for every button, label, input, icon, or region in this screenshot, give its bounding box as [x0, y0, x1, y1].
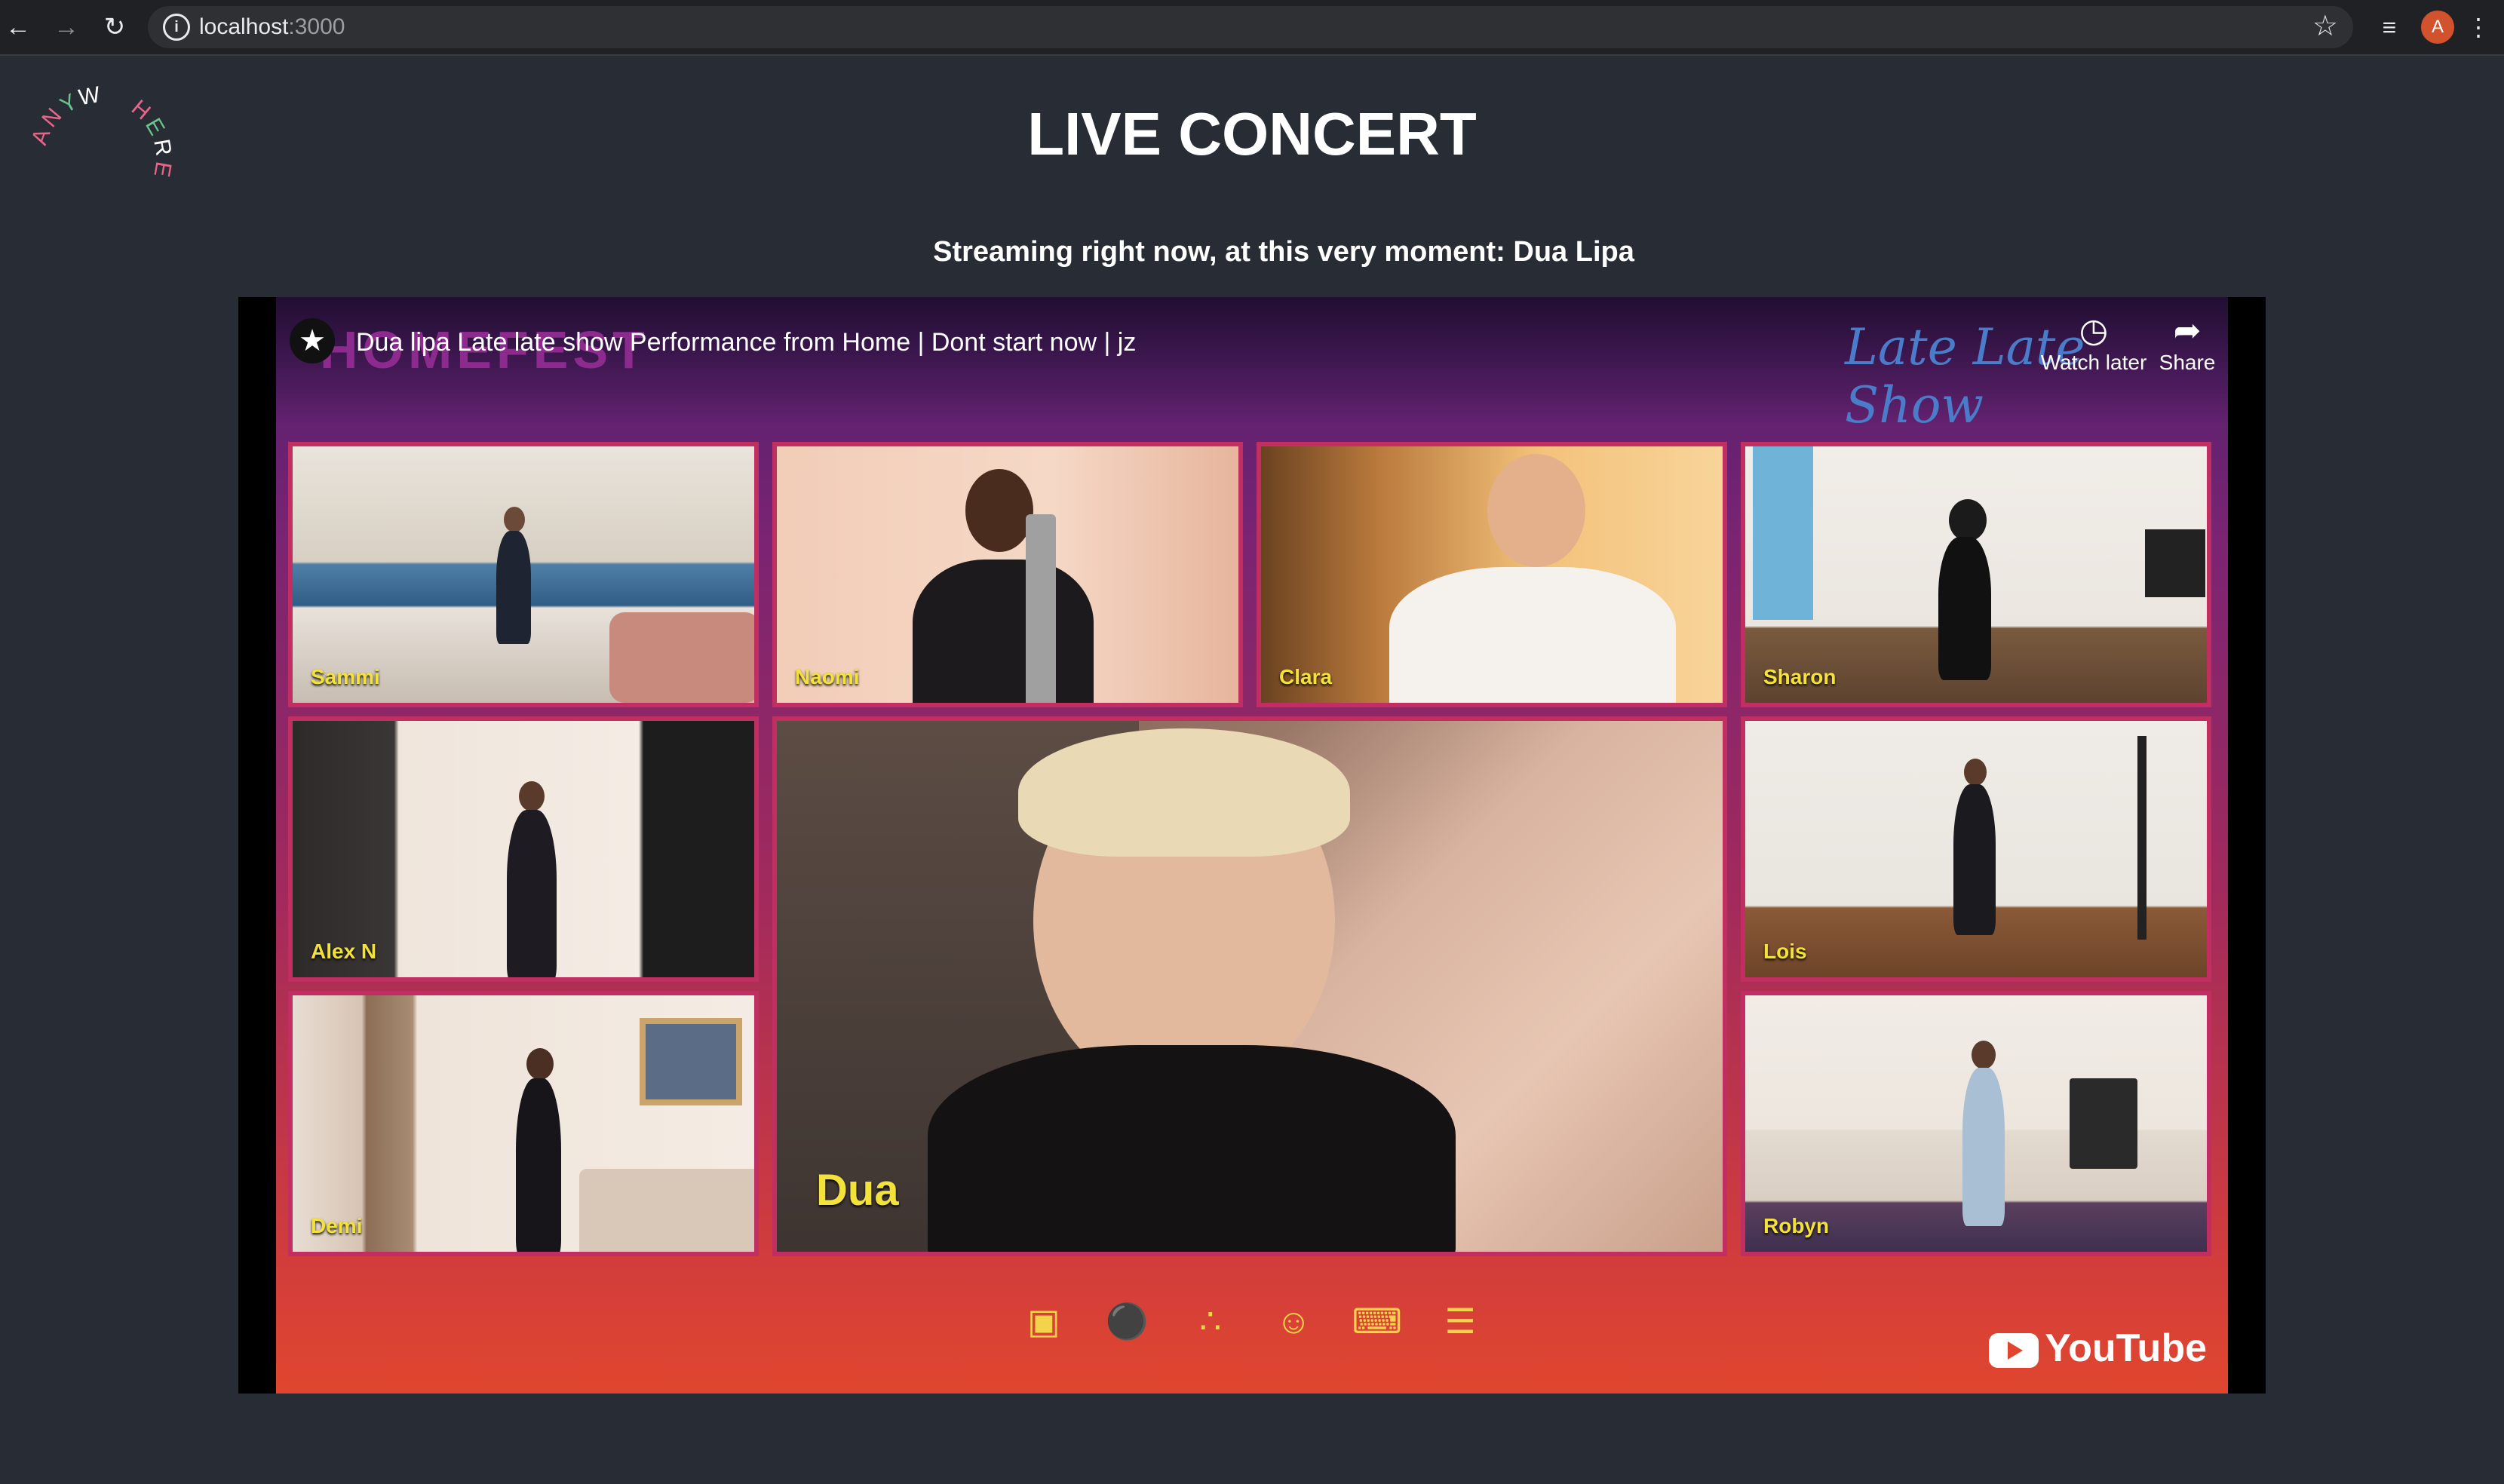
watch-later-button[interactable]: ◷ Watch later: [2033, 312, 2154, 376]
url-text[interactable]: localhost:3000: [199, 14, 345, 41]
video-player[interactable]: Sammi Naomi Clara Sharon Alex N Dua Lois…: [238, 297, 2266, 1394]
participant-name: Alex N: [311, 940, 377, 963]
back-arrow-icon[interactable]: ←: [2, 11, 35, 44]
share-nodes-icon: ∴: [1199, 1302, 1222, 1341]
participant-name: Sharon: [1763, 665, 1837, 688]
participant-name: Demi: [311, 1214, 363, 1237]
call-toolbar: ▣ ⚫ ∴ ☺ ⌨ ☰: [276, 1298, 2228, 1344]
streaming-subtitle: Streaming right now, at this very moment…: [933, 236, 1634, 268]
sliders-icon: ☰: [1444, 1302, 1476, 1341]
bookmark-star-icon[interactable]: ☆: [2312, 9, 2338, 43]
chat-icon: ⌨: [1352, 1302, 1402, 1341]
youtube-play-icon: [1989, 1333, 2039, 1369]
youtube-logo[interactable]: YouTube: [1989, 1326, 2207, 1371]
profile-avatar[interactable]: A: [2421, 11, 2454, 44]
video-title-bar: HOMEFEST ★ Dua lipa Late late show Perfo…: [276, 297, 2228, 434]
page-title: LIVE CONCERT: [1027, 100, 1477, 167]
participant-tile: Sammi: [288, 442, 759, 707]
participant-tile: Naomi: [772, 442, 1243, 707]
participant-tile: Robyn: [1741, 991, 2211, 1256]
clock-icon: ◷: [2079, 312, 2109, 349]
media-control-icon[interactable]: ≡: [2373, 11, 2406, 44]
menu-kebab-icon[interactable]: ⋮: [2466, 11, 2490, 44]
participant-name: Lois: [1763, 940, 1807, 963]
reload-icon[interactable]: ↻: [98, 11, 131, 44]
site-info-icon[interactable]: i: [163, 14, 190, 41]
participant-name: Sammi: [311, 665, 380, 688]
main-participant-tile: Dua: [772, 716, 1727, 1256]
forward-arrow-icon[interactable]: →: [50, 11, 83, 44]
participant-name: Dua: [816, 1166, 899, 1215]
share-button[interactable]: ➦ Share: [2157, 312, 2217, 376]
participant-tile: Alex N: [288, 716, 759, 982]
participant-name: Naomi: [795, 665, 860, 688]
person-icon: ☺: [1275, 1302, 1312, 1341]
participant-tile: Lois: [1741, 716, 2211, 982]
video-title[interactable]: Dua lipa Late late show Performance from…: [356, 327, 1136, 357]
video-call-grid: Sammi Naomi Clara Sharon Alex N Dua Lois…: [288, 442, 2216, 1264]
microphone-icon: ⚫: [1105, 1302, 1149, 1341]
participant-tile: Demi: [288, 991, 759, 1256]
share-arrow-icon: ➦: [2173, 312, 2202, 349]
participant-name: Clara: [1279, 665, 1333, 688]
participant-tile: Clara: [1257, 442, 1727, 707]
video-camera-icon: ▣: [1027, 1302, 1060, 1341]
browser-toolbar: ← → ↻ i localhost:3000 ☆ ≡ A ⋮: [0, 0, 2504, 56]
participant-tile: Sharon: [1741, 442, 2211, 707]
video-frame[interactable]: Sammi Naomi Clara Sharon Alex N Dua Lois…: [276, 297, 2228, 1394]
channel-avatar-icon[interactable]: ★: [290, 318, 335, 363]
address-bar[interactable]: i localhost:3000 ☆: [148, 6, 2353, 48]
participant-name: Robyn: [1763, 1214, 1830, 1237]
